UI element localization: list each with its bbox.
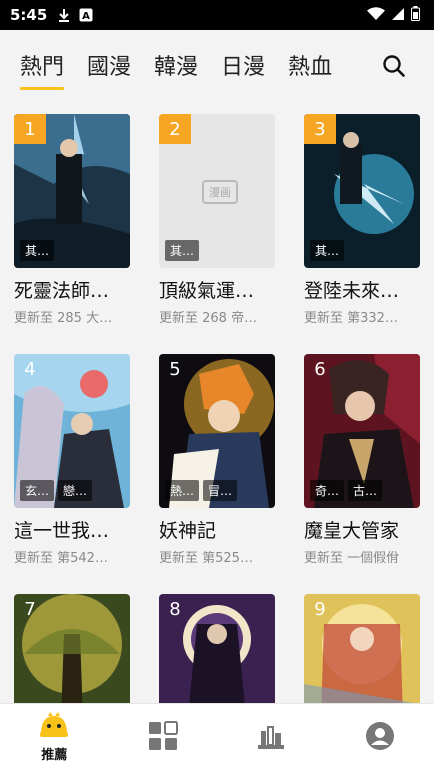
nav-bookshelf[interactable] (217, 704, 326, 771)
battery-icon (411, 5, 420, 25)
rank-badge: 3 (304, 114, 336, 144)
recommend-mascot-icon (37, 712, 71, 742)
comic-cover[interactable]: 漫画 2 其… (159, 114, 275, 268)
tab-japanese-comics[interactable]: 日漫 (221, 49, 265, 81)
genre-tag: 熱… (165, 480, 200, 501)
genre-tag: 古… (348, 480, 383, 501)
rank-badge: 2 (159, 114, 191, 144)
comic-update: 更新至 一個假佾 (304, 551, 400, 566)
tab-hot[interactable]: 熱門 (20, 49, 65, 90)
rank-badge: 9 (314, 598, 326, 620)
bottom-navigation: 推薦 (0, 703, 434, 771)
rank-badge: 6 (314, 358, 326, 380)
comic-card[interactable]: 3 其… 登陸未來… 更新至 第332… (304, 114, 420, 326)
comic-update: 更新至 268 帝… (159, 311, 258, 326)
status-bar: 5:45 A (0, 0, 434, 30)
nav-recommend-label: 推薦 (41, 748, 68, 763)
comic-cover[interactable]: 4 玄… 戀… (14, 354, 130, 508)
comic-title: 魔皇大管家 (304, 520, 400, 542)
svg-text:A: A (82, 11, 90, 22)
comic-title: 頂級氣運… (159, 280, 255, 302)
bookshelf-icon (256, 721, 286, 755)
category-grid-icon (148, 720, 178, 755)
cellular-signal-icon (391, 6, 405, 25)
rank-badge: 7 (24, 598, 36, 620)
tab-action[interactable]: 熱血 (288, 49, 332, 81)
wifi-icon (367, 6, 385, 25)
genre-tag: 其… (310, 240, 345, 261)
rank-badge: 5 (169, 358, 181, 380)
nav-profile[interactable] (326, 704, 434, 771)
comic-card[interactable]: 漫画 2 其… 頂級氣運… 更新至 268 帝… (159, 114, 275, 326)
genre-tag: 奇… (310, 480, 345, 501)
comic-cover[interactable]: 6 奇… 古… (304, 354, 420, 508)
tab-korean-comics[interactable]: 韓漫 (154, 49, 198, 81)
comic-title: 登陸未來… (304, 280, 400, 302)
comic-cover[interactable]: 5 熱… 冒… (159, 354, 275, 508)
genre-tag: 冒… (203, 480, 238, 501)
rank-badge: 4 (24, 358, 36, 380)
tab-chinese-comics[interactable]: 國漫 (87, 49, 131, 81)
category-tab-bar: 熱門 國漫 韓漫 日漫 熱血 (0, 30, 434, 100)
comic-card[interactable]: 4 玄… 戀… 這一世我… 更新至 第542… (14, 354, 130, 566)
comic-update: 更新至 285 大… (14, 311, 113, 326)
app-a-icon: A (79, 8, 93, 22)
comic-card[interactable]: 5 熱… 冒… 妖神記 更新至 第525… (159, 354, 275, 566)
rank-badge: 8 (169, 598, 181, 620)
genre-tag: 戀… (58, 480, 93, 501)
comic-update: 更新至 第332… (304, 311, 398, 326)
comic-title: 妖神記 (159, 520, 217, 542)
comic-update: 更新至 第525… (159, 551, 253, 566)
comic-cover[interactable]: 1 其… (14, 114, 130, 268)
genre-tag: 玄… (20, 480, 55, 501)
comic-title: 這一世我… (14, 520, 110, 542)
comic-card[interactable]: 6 奇… 古… 魔皇大管家 更新至 一個假佾 (304, 354, 420, 566)
search-icon[interactable] (382, 54, 406, 78)
nav-category[interactable] (109, 704, 218, 771)
comic-cover[interactable]: 3 其… (304, 114, 420, 268)
comic-title: 死靈法師… (14, 280, 110, 302)
comic-update: 更新至 第542… (14, 551, 108, 566)
rank-badge: 1 (14, 114, 46, 144)
placeholder-logo: 漫画 (202, 180, 238, 204)
download-icon (57, 8, 71, 22)
genre-tag: 其… (165, 240, 200, 261)
genre-tag: 其… (20, 240, 55, 261)
nav-recommend[interactable]: 推薦 (0, 704, 109, 771)
status-time: 5:45 (10, 6, 48, 24)
comic-card[interactable]: 1 其… 死靈法師… 更新至 285 大… (14, 114, 130, 326)
user-profile-icon (365, 721, 395, 755)
